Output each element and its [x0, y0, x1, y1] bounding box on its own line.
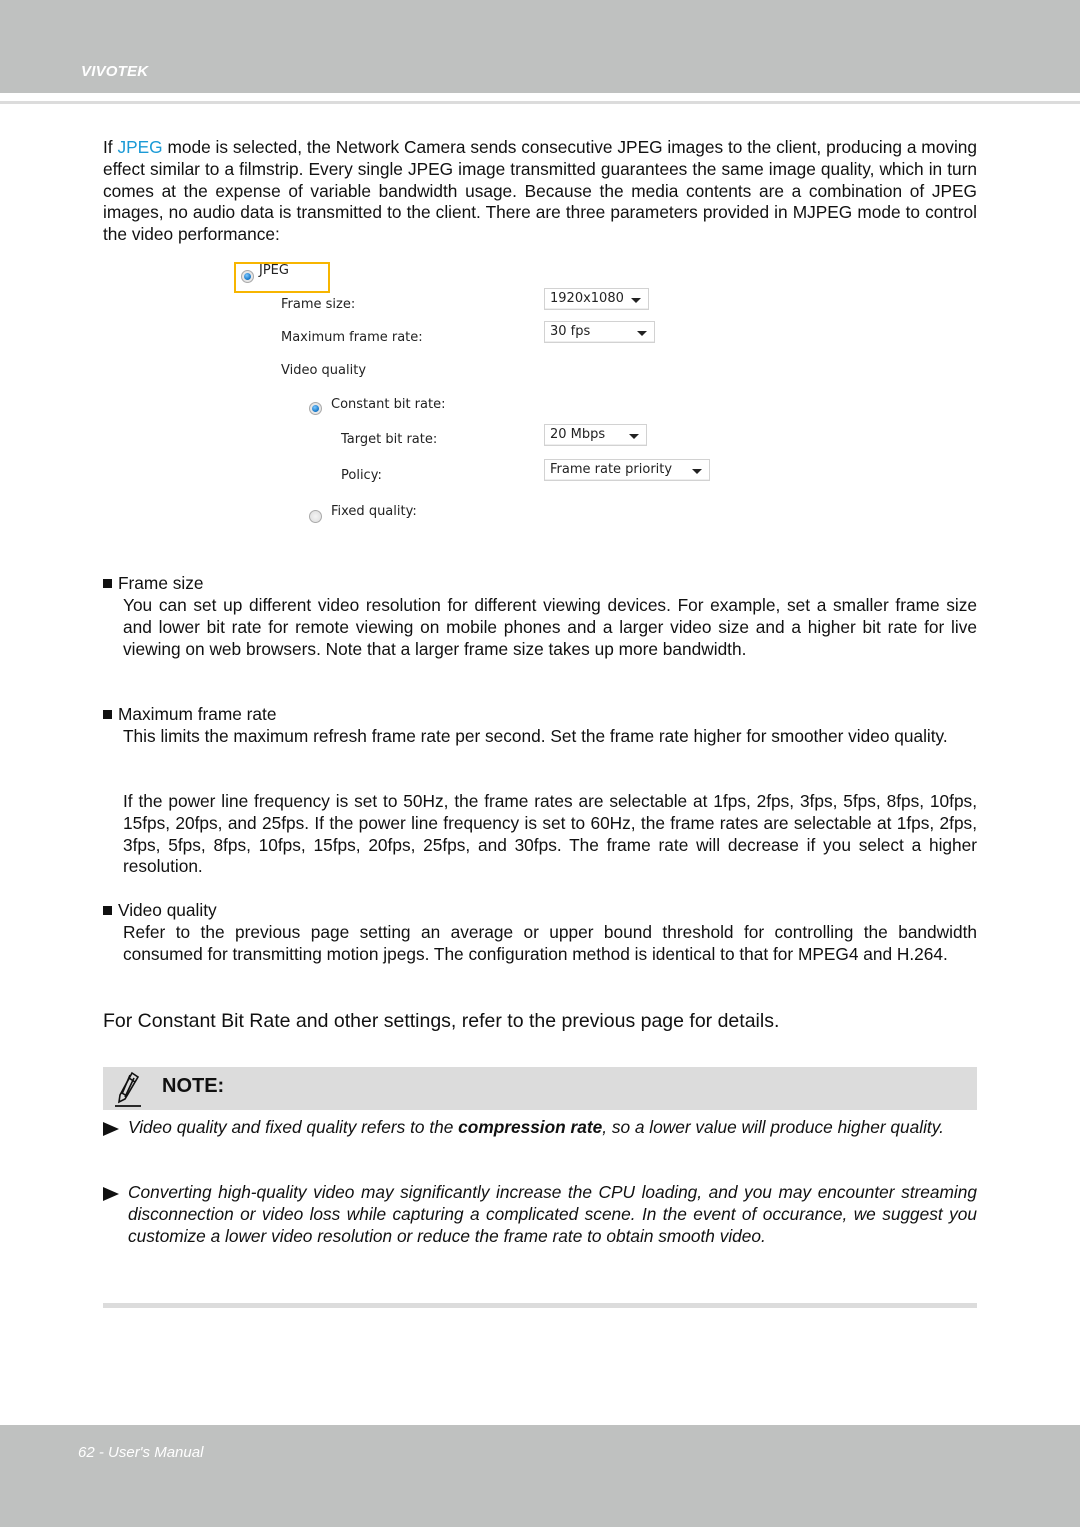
- header-divider: [0, 101, 1080, 104]
- frame-size-label: Frame size:: [281, 297, 356, 312]
- note-text-part: , so a lower value will produce higher q…: [602, 1117, 944, 1137]
- section-heading-text: Maximum frame rate: [118, 704, 277, 724]
- note-item-text: Converting high-quality video may signif…: [128, 1182, 977, 1247]
- summary-text: For Constant Bit Rate and other settings…: [103, 1010, 780, 1032]
- jpeg-mode-label: JPEG: [259, 263, 289, 278]
- note-header: NOTE:: [103, 1067, 977, 1110]
- note-bold-term: compression rate: [458, 1117, 603, 1137]
- max-frame-rate-paragraph-2: If the power line frequency is set to 50…: [123, 791, 977, 877]
- jpeg-mode-radio[interactable]: [241, 270, 254, 283]
- note-item: Video quality and fixed quality refers t…: [103, 1117, 977, 1139]
- video-quality-label: Video quality: [281, 363, 367, 378]
- intro-paragraph: If JPEG mode is selected, the Network Ca…: [103, 137, 977, 246]
- fixed-quality-radio[interactable]: [309, 510, 322, 523]
- pencil-icon: [115, 1071, 141, 1107]
- triangle-bullet-icon: [103, 1122, 119, 1136]
- square-bullet-icon: [103, 906, 112, 915]
- note-text-part: Converting high-quality video may signif…: [128, 1182, 977, 1246]
- section-heading-frame-size: Frame size: [103, 573, 203, 595]
- target-bit-rate-label: Target bit rate:: [341, 432, 438, 447]
- brand-logo: VIVOTEK: [81, 63, 149, 80]
- constant-bit-rate-label: Constant bit rate:: [331, 397, 446, 412]
- jpeg-settings-panel: JPEG Frame size: 1920x1080 Maximum frame…: [230, 258, 730, 538]
- section-heading-text: Frame size: [118, 573, 204, 593]
- frame-size-select[interactable]: 1920x1080: [544, 288, 649, 310]
- triangle-bullet-icon: [103, 1187, 119, 1201]
- intro-body: mode is selected, the Network Camera sen…: [103, 137, 978, 245]
- target-bit-rate-value: 20 Mbps: [550, 427, 606, 442]
- page-number-label: 62 - User's Manual: [78, 1444, 204, 1461]
- page-footer-band: [0, 1425, 1080, 1527]
- square-bullet-icon: [103, 579, 112, 588]
- max-frame-rate-value: 30 fps: [550, 324, 591, 339]
- note-label: NOTE:: [162, 1075, 225, 1097]
- max-frame-rate-select[interactable]: 30 fps: [544, 321, 655, 343]
- frame-size-paragraph: You can set up different video resolutio…: [123, 595, 977, 659]
- fixed-quality-label: Fixed quality:: [331, 504, 417, 519]
- max-frame-rate-label: Maximum frame rate:: [281, 330, 423, 345]
- note-item: Converting high-quality video may signif…: [103, 1182, 977, 1247]
- jpeg-highlight: JPEG: [117, 137, 163, 157]
- section-heading-video-quality: Video quality: [103, 900, 217, 922]
- frame-size-value: 1920x1080: [550, 291, 624, 306]
- policy-value: Frame rate priority: [550, 462, 673, 477]
- chevron-down-icon: [631, 298, 641, 303]
- note-item-text: Video quality and fixed quality refers t…: [128, 1117, 977, 1139]
- max-frame-rate-paragraph-1: This limits the maximum refresh frame ra…: [123, 726, 948, 746]
- constant-bit-rate-radio[interactable]: [309, 402, 322, 415]
- video-quality-paragraph: Refer to the previous page setting an av…: [123, 922, 977, 964]
- square-bullet-icon: [103, 710, 112, 719]
- section-heading-max-frame-rate: Maximum frame rate: [103, 704, 276, 726]
- chevron-down-icon: [637, 331, 647, 336]
- intro-prefix: If: [103, 137, 118, 157]
- section-divider: [103, 1303, 977, 1308]
- chevron-down-icon: [692, 469, 702, 474]
- policy-select[interactable]: Frame rate priority: [544, 459, 710, 481]
- policy-label: Policy:: [341, 468, 382, 483]
- chevron-down-icon: [629, 434, 639, 439]
- section-heading-text: Video quality: [118, 900, 217, 920]
- note-text-part: Video quality and fixed quality refers t…: [128, 1117, 459, 1137]
- page-header: VIVOTEK: [0, 0, 1080, 93]
- target-bit-rate-select[interactable]: 20 Mbps: [544, 424, 647, 446]
